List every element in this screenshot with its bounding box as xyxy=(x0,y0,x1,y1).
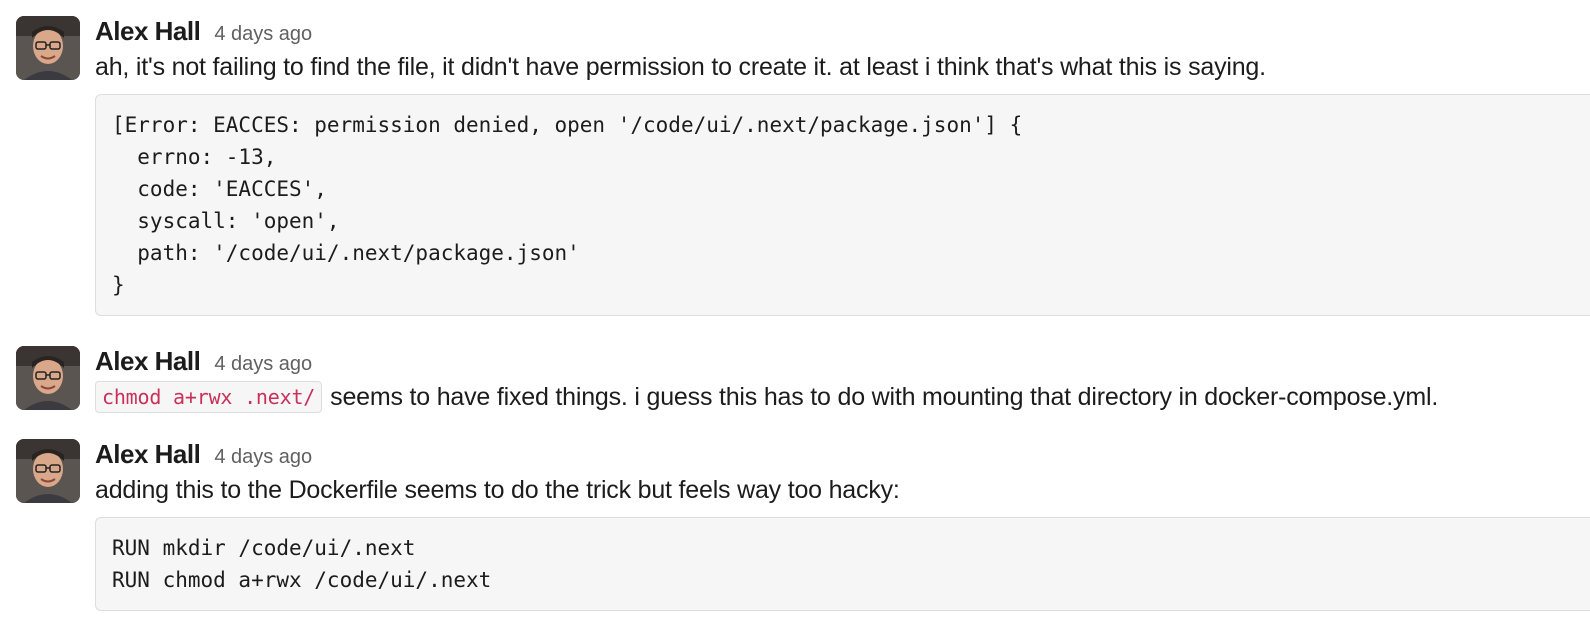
timestamp[interactable]: 4 days ago xyxy=(214,446,312,469)
author-name[interactable]: Alex Hall xyxy=(95,16,201,47)
avatar[interactable] xyxy=(16,439,80,503)
timestamp[interactable]: 4 days ago xyxy=(214,353,312,376)
message-header: Alex Hall 4 days ago xyxy=(95,16,1590,50)
avatar-photo-icon xyxy=(16,439,80,503)
timestamp[interactable]: 4 days ago xyxy=(214,23,312,46)
message-header: Alex Hall 4 days ago xyxy=(95,439,1590,473)
code-block: [Error: EACCES: permission denied, open … xyxy=(95,94,1590,316)
avatar[interactable] xyxy=(16,16,80,80)
message-text: adding this to the Dockerfile seems to d… xyxy=(95,476,900,504)
message-header: Alex Hall 4 days ago xyxy=(95,346,1590,380)
avatar[interactable] xyxy=(16,346,80,410)
code-block: RUN mkdir /code/ui/.next RUN chmod a+rwx… xyxy=(95,517,1590,611)
message-text-line: chmod a+rwx .next/seems to have fixed th… xyxy=(95,380,1590,414)
message-content: Alex Hall 4 days ago ah, it's not failin… xyxy=(95,16,1590,316)
message-content: Alex Hall 4 days ago adding this to the … xyxy=(95,439,1590,611)
message-text: seems to have fixed things. i guess this… xyxy=(330,383,1439,411)
author-name[interactable]: Alex Hall xyxy=(95,439,201,470)
message-content: Alex Hall 4 days ago chmod a+rwx .next/s… xyxy=(95,346,1590,414)
avatar-photo-icon xyxy=(16,346,80,410)
avatar-photo-icon xyxy=(16,16,80,80)
author-name[interactable]: Alex Hall xyxy=(95,346,201,377)
message-text: ah, it's not failing to find the file, i… xyxy=(95,53,1266,81)
inline-code: chmod a+rwx .next/ xyxy=(95,381,323,413)
